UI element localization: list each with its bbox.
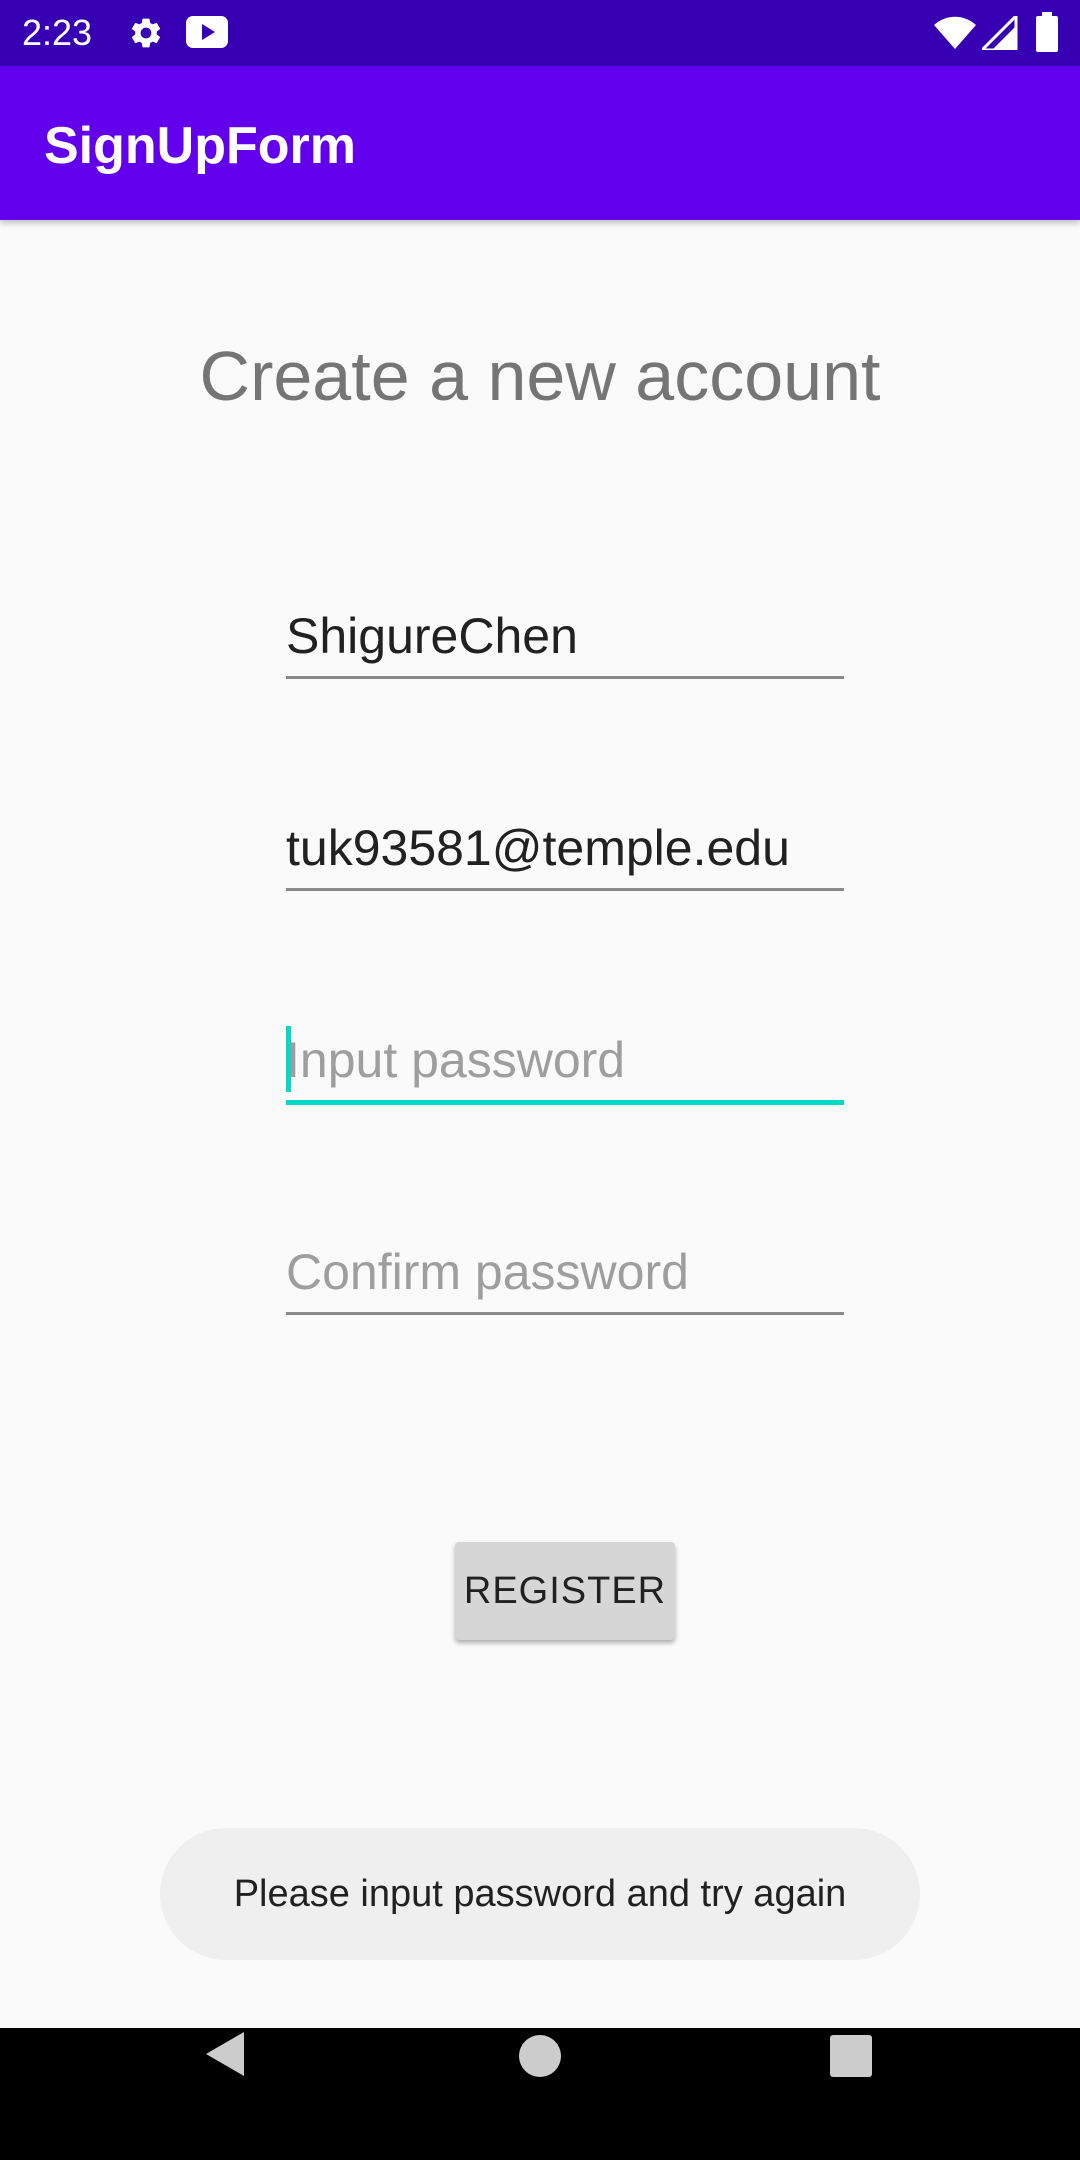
register-button[interactable]: REGISTER bbox=[455, 1542, 675, 1640]
password-field[interactable]: Input password bbox=[286, 1014, 844, 1105]
page-heading: Create a new account bbox=[199, 337, 881, 415]
email-field-value: tuk93581@temple.edu bbox=[286, 820, 790, 876]
toast-message: Please input password and try again bbox=[160, 1828, 920, 1960]
name-field[interactable]: ShigureChen bbox=[286, 590, 844, 679]
signal-icon bbox=[982, 16, 1018, 50]
confirm-password-placeholder: Confirm password bbox=[286, 1244, 689, 1300]
confirm-password-field[interactable]: Confirm password bbox=[286, 1226, 844, 1315]
navigation-bar bbox=[0, 2028, 1080, 2160]
back-icon[interactable] bbox=[204, 2030, 248, 2078]
battery-icon bbox=[1036, 12, 1058, 52]
email-field[interactable]: tuk93581@temple.edu bbox=[286, 802, 844, 891]
status-time: 2:23 bbox=[22, 12, 93, 53]
password-field-placeholder: Input password bbox=[286, 1032, 626, 1088]
settings-icon bbox=[131, 18, 161, 48]
recents-icon[interactable] bbox=[830, 2035, 872, 2077]
status-bar: 2:23 bbox=[0, 0, 1080, 66]
app-title: SignUpForm bbox=[44, 117, 356, 175]
app-bar: SignUpForm bbox=[0, 66, 1080, 220]
name-field-value: ShigureChen bbox=[286, 608, 578, 664]
home-icon[interactable] bbox=[518, 2034, 562, 2078]
wifi-icon bbox=[934, 16, 976, 49]
youtube-icon bbox=[186, 16, 228, 48]
